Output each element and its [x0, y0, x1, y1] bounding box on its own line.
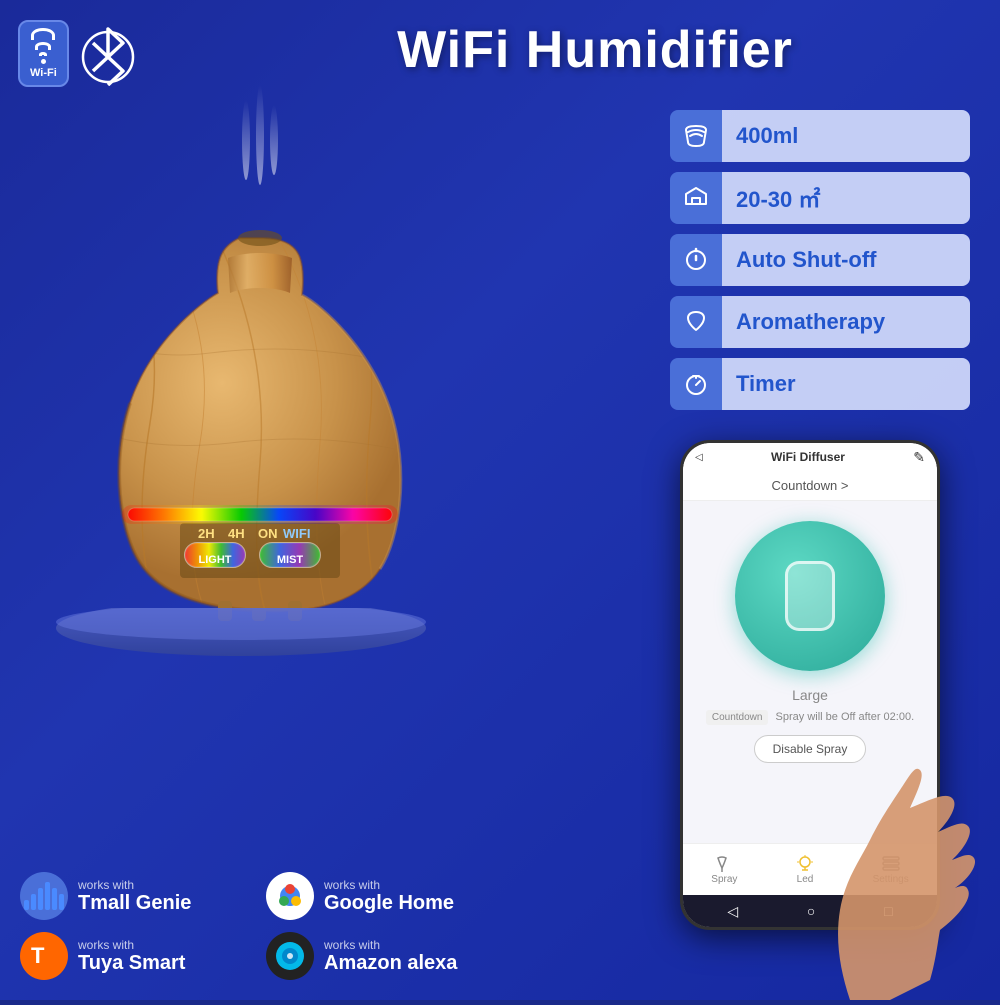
hand-svg [790, 720, 990, 1000]
feature-icon-timer [670, 358, 722, 410]
humidifier-vase: 2H 4H ON WIFI [70, 223, 450, 623]
dial-icon [785, 561, 835, 631]
wifi-symbol [31, 28, 55, 64]
status-time: ◁ [695, 452, 703, 463]
countdown-label: Countdown > [772, 478, 849, 493]
tuya-text: works with Tuya Smart [78, 938, 185, 975]
google-logo [266, 872, 314, 920]
nav-item-spray[interactable]: Spray [711, 854, 737, 885]
dial-circle[interactable] [735, 521, 885, 671]
page-title: WiFi Humidifier [220, 20, 970, 80]
partner-google: works with Google Home [266, 872, 500, 920]
partners-section: works with Tmall Genie works with Google… [20, 872, 500, 980]
steam-wisp-1 [242, 100, 250, 180]
countdown-prefix-label: Countdown [706, 710, 769, 725]
feature-label-capacity: 400ml [722, 110, 970, 162]
feature-label-aromatherapy: Aromatherapy [722, 296, 970, 348]
svg-text:4H: 4H [228, 526, 245, 541]
steam-wisp-2 [256, 85, 264, 185]
amazon-text: works with Amazon alexa [324, 938, 457, 975]
phone-app-title: WiFi Diffuser [703, 450, 914, 464]
partner-tmall: works with Tmall Genie [20, 872, 254, 920]
feature-icon-shutoff [670, 234, 722, 286]
tuya-icon: T [27, 939, 61, 973]
feature-area: 20-30 ㎡ [670, 172, 970, 224]
wifi-arc-medium [35, 42, 51, 50]
vase-container: 2H 4H ON WIFI [70, 223, 450, 628]
tmall-logo [20, 872, 68, 920]
platform-svg [51, 608, 431, 658]
humidifier-image-area: 2H 4H ON WIFI [20, 80, 500, 660]
feature-shutoff: Auto Shut-off [670, 234, 970, 286]
feature-label-shutoff: Auto Shut-off [722, 234, 970, 286]
tmall-bars-icon [24, 882, 64, 910]
svg-text:MIST: MIST [277, 553, 304, 565]
feature-label-area: 20-30 ㎡ [722, 172, 970, 224]
svg-text:T: T [31, 943, 45, 968]
svg-text:WIFI: WIFI [283, 526, 310, 541]
hand-area [790, 720, 990, 1000]
phone-container: ◁ WiFi Diffuser ✎ Countdown > Large Coun… [650, 440, 990, 1000]
google-icon [273, 879, 307, 913]
amazon-logo [266, 932, 314, 980]
wifi-arc-large [31, 28, 55, 40]
alexa-icon [273, 939, 307, 973]
feature-icon-area [670, 172, 722, 224]
steam-wisp-3 [270, 105, 278, 175]
spray-nav-label: Spray [711, 874, 737, 885]
size-label: Large [792, 687, 828, 703]
wifi-dot [41, 59, 46, 64]
feature-icon-capacity [670, 110, 722, 162]
svg-text:ON: ON [258, 526, 278, 541]
feature-icon-aromatherapy [670, 296, 722, 348]
svg-text:2H: 2H [198, 526, 215, 541]
steam-effect [242, 80, 278, 185]
tmall-text: works with Tmall Genie [78, 878, 191, 915]
platform [51, 608, 431, 658]
feature-timer: Timer [670, 358, 970, 410]
feature-capacity: 400ml [670, 110, 970, 162]
features-list: 400ml 20-30 ㎡ Auto Shut-off Aromatherapy [670, 110, 970, 410]
feature-label-timer: Timer [722, 358, 970, 410]
wifi-arc-small [39, 52, 47, 56]
feature-aromatherapy: Aromatherapy [670, 296, 970, 348]
phone-status-bar: ◁ WiFi Diffuser ✎ [683, 443, 937, 471]
back-button[interactable]: ◁ [727, 903, 738, 920]
top-icons-area: Wi-Fi [18, 18, 139, 88]
edit-icon[interactable]: ✎ [913, 449, 925, 466]
svg-text:LIGHT: LIGHT [199, 553, 232, 565]
wifi-box: Wi-Fi [18, 20, 69, 87]
wifi-label: Wi-Fi [30, 67, 57, 79]
partner-tuya: T works with Tuya Smart [20, 932, 254, 980]
phone-countdown-bar[interactable]: Countdown > [683, 471, 937, 501]
tuya-logo: T [20, 932, 68, 980]
bluetooth-icon [79, 18, 139, 88]
google-text: works with Google Home [324, 878, 454, 915]
spray-nav-icon [713, 854, 735, 872]
partner-amazon: works with Amazon alexa [266, 932, 500, 980]
